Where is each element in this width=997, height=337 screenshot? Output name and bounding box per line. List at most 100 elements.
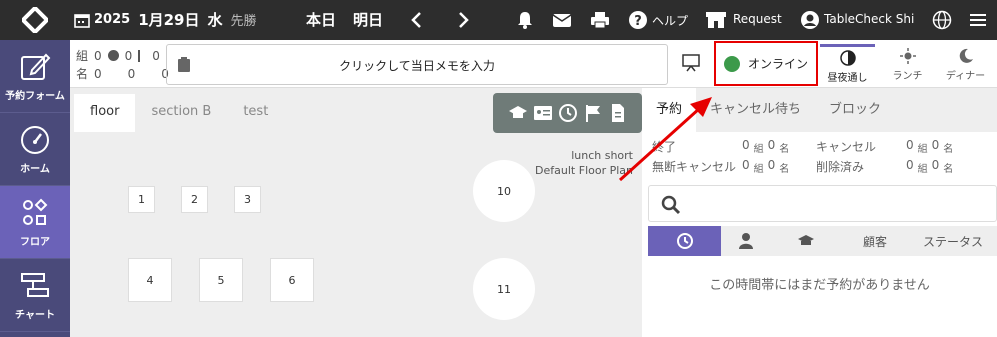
printer-icon[interactable] xyxy=(590,10,610,30)
sort-guests[interactable] xyxy=(721,226,771,256)
sidebar-item-label: フロア xyxy=(20,237,50,248)
unit-groups: 組 xyxy=(753,164,764,175)
groups-label: 組 xyxy=(76,49,89,63)
unit-people: 名 xyxy=(779,164,790,175)
reservation-search-input[interactable] xyxy=(648,185,997,222)
account-name[interactable]: TableCheck Shi xyxy=(824,12,914,26)
stat-no-show: 無断キャンセル 0 組 0 名 xyxy=(652,158,789,175)
shapes-icon xyxy=(23,198,48,225)
tablecheck-logo-icon[interactable] xyxy=(22,7,48,33)
stat-people: 0 xyxy=(931,138,940,152)
count-value: 0 xyxy=(127,67,136,81)
table-6[interactable]: 6 xyxy=(270,258,314,302)
table-11[interactable]: 11 xyxy=(473,258,535,320)
online-globe-icon xyxy=(723,55,740,72)
svg-text:?: ? xyxy=(634,14,642,29)
bell-icon[interactable] xyxy=(515,10,535,30)
flag-icon[interactable] xyxy=(583,103,603,123)
table-2[interactable]: 2 xyxy=(181,186,208,213)
floor-toolbar xyxy=(493,93,642,133)
request-link[interactable]: Request xyxy=(733,12,782,26)
summary-counts: 組 0 0 0 名 0 0 0 xyxy=(76,47,169,83)
column-status[interactable]: ステータス xyxy=(909,226,997,256)
tab-reservations[interactable]: 予約 xyxy=(642,88,697,132)
year: 2025 xyxy=(94,12,131,27)
walk-in-icon xyxy=(138,50,146,62)
document-icon[interactable] xyxy=(608,103,628,123)
online-status-button[interactable]: オンライン xyxy=(714,41,818,86)
today-button[interactable]: 本日 xyxy=(306,9,336,30)
table-4[interactable]: 4 xyxy=(128,258,172,302)
stat-people: 0 xyxy=(767,138,776,152)
floor-tabs: floor section B test xyxy=(74,94,284,132)
tab-floor[interactable]: floor xyxy=(74,94,136,132)
sidebar-item-floor[interactable]: フロア xyxy=(0,186,70,259)
sidebar-item-chart[interactable]: チャート xyxy=(0,259,70,332)
clock-icon[interactable] xyxy=(558,103,578,123)
daily-memo-input[interactable]: クリックして当日メモを入力 xyxy=(166,44,668,85)
column-customer[interactable]: 顧客 xyxy=(841,226,909,256)
clock-icon xyxy=(676,233,693,249)
user-icon[interactable] xyxy=(800,10,820,30)
menu-icon[interactable] xyxy=(968,10,988,30)
rokuyo: 先勝 xyxy=(230,14,257,29)
moon-icon xyxy=(959,48,973,63)
reservations-panel: 予約 キャンセル待ち ブロック 終了 0 組 0 名 キャンセル 0 組 0 名… xyxy=(642,88,997,337)
unit-people: 名 xyxy=(943,164,954,175)
web-icon xyxy=(107,50,119,61)
chart-icon xyxy=(21,273,49,297)
stat-finished: 終了 0 組 0 名 xyxy=(652,138,789,155)
mode-all-day[interactable]: 昼夜通し xyxy=(820,44,875,86)
edit-icon xyxy=(21,53,51,80)
table-1[interactable]: 1 xyxy=(128,186,155,213)
tab-waitlist[interactable]: キャンセル待ち xyxy=(696,88,815,132)
sidebar-item-home[interactable]: ホーム xyxy=(0,113,70,186)
sidebar: 予約フォーム ホーム フロア チャート xyxy=(0,40,70,337)
month-day: 1月29日 xyxy=(138,11,200,29)
reservation-tabs: 予約 キャンセル待ち ブロック xyxy=(642,88,997,132)
people-label: 名 xyxy=(76,67,89,81)
id-card-icon[interactable] xyxy=(533,103,553,123)
graduation-cap-icon[interactable] xyxy=(508,103,528,123)
count-value: 0 xyxy=(152,49,160,63)
stat-cancelled: キャンセル 0 組 0 名 xyxy=(816,138,953,155)
globe-icon[interactable] xyxy=(932,10,952,30)
tab-blocks[interactable]: ブロック xyxy=(815,88,895,132)
help-link[interactable]: ヘルプ xyxy=(652,12,688,29)
sun-icon xyxy=(899,48,916,64)
top-bar: 2025 1月29日 水 先勝 本日 明日 ? ヘルプ Request Tabl… xyxy=(0,0,997,40)
half-circle-icon xyxy=(839,49,856,66)
count-value: 0 xyxy=(94,67,102,81)
floor-plan-time: lunch short xyxy=(571,149,633,162)
mode-label: ディナー xyxy=(945,71,986,82)
mode-dinner[interactable]: ディナー xyxy=(938,44,993,86)
sidebar-item-reservation-form[interactable]: 予約フォーム xyxy=(0,40,70,113)
table-5[interactable]: 5 xyxy=(199,258,243,302)
presentation-icon[interactable] xyxy=(682,54,700,72)
tab-section-b[interactable]: section B xyxy=(135,94,227,132)
online-label: オンライン xyxy=(747,57,808,71)
table-10[interactable]: 10 xyxy=(473,160,535,222)
mail-icon[interactable] xyxy=(552,10,572,30)
tab-test[interactable]: test xyxy=(227,94,284,132)
sort-time[interactable] xyxy=(648,226,721,256)
stat-groups: 0 xyxy=(906,158,914,172)
store-icon[interactable] xyxy=(705,10,727,30)
chevron-right-icon[interactable] xyxy=(451,8,475,32)
graduation-cap-icon xyxy=(798,235,814,245)
date-display[interactable]: 2025 1月29日 水 先勝 xyxy=(74,9,257,30)
reservation-list-header: 顧客 ステータス xyxy=(648,226,997,256)
mode-lunch[interactable]: ランチ xyxy=(880,44,935,86)
status-bar: 組 0 0 0 名 0 0 0 クリックして当日メモを入力 オンライン 昼夜通し… xyxy=(70,40,997,88)
gauge-icon xyxy=(21,126,49,154)
sort-table[interactable] xyxy=(771,226,841,256)
chevron-left-icon[interactable] xyxy=(405,8,429,32)
help-icon[interactable]: ? xyxy=(628,10,648,30)
tomorrow-button[interactable]: 明日 xyxy=(353,9,383,30)
unit-people: 名 xyxy=(943,144,954,155)
stat-label: 削除済み xyxy=(816,160,865,174)
mode-label: ランチ xyxy=(892,71,923,82)
empty-message: この時間帯にはまだ予約がありません xyxy=(709,278,930,293)
table-3[interactable]: 3 xyxy=(234,186,261,213)
